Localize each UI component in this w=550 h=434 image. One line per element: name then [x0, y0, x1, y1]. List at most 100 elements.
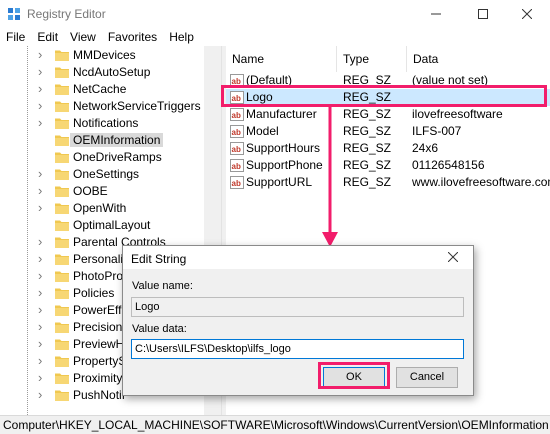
folder-icon [55, 152, 69, 163]
tree-item[interactable]: OEMInformation [0, 132, 221, 149]
folder-icon [55, 84, 69, 95]
value-data: www.ilovefreesoftware.com [412, 175, 550, 189]
string-value-icon: ab [230, 108, 244, 121]
tree-item[interactable]: OptimalLayout [0, 217, 221, 234]
svg-text:ab: ab [232, 179, 241, 188]
svg-text:ab: ab [232, 145, 241, 154]
column-header-name[interactable]: Name [226, 46, 337, 72]
dialog-close-button[interactable] [433, 246, 473, 270]
tree-item-label: OptimalLayout [73, 218, 151, 232]
value-row[interactable]: ab Manufacturer REG_SZ ilovefreesoftware [226, 106, 550, 123]
folder-icon [55, 50, 69, 61]
folder-icon [55, 101, 69, 112]
minimize-button[interactable] [413, 0, 459, 28]
dialog-title: Edit String [131, 252, 187, 266]
chevron-right-icon[interactable]: › [38, 354, 48, 367]
folder-icon [55, 203, 69, 214]
value-data: ILFS-007 [412, 124, 462, 138]
folder-icon [55, 135, 69, 146]
menu-help[interactable]: Help [163, 28, 200, 46]
menu-view[interactable]: View [64, 28, 102, 46]
close-button[interactable] [504, 0, 550, 28]
folder-icon [55, 237, 69, 248]
folder-icon [55, 220, 69, 231]
tree-item-label: OneDriveRamps [73, 150, 162, 164]
column-header-data[interactable]: Data [407, 46, 550, 72]
edit-string-dialog: Edit String Value name: Logo Value data:… [122, 245, 474, 396]
tree-item-label: Personaliz [73, 252, 130, 266]
cancel-button[interactable]: Cancel [396, 367, 458, 388]
folder-icon [55, 254, 69, 265]
chevron-right-icon[interactable]: › [38, 116, 48, 129]
tree-item-label: MMDevices [73, 48, 136, 62]
value-name: SupportHours [246, 141, 321, 155]
tree-item-label: OpenWith [73, 201, 127, 215]
column-header-type[interactable]: Type [337, 46, 407, 72]
folder-icon [55, 186, 69, 197]
chevron-right-icon[interactable]: › [38, 82, 48, 95]
tree-item-label: Policies [73, 286, 115, 300]
chevron-right-icon[interactable]: › [38, 201, 48, 214]
chevron-right-icon[interactable]: › [38, 252, 48, 265]
chevron-right-icon[interactable]: › [38, 167, 48, 180]
chevron-right-icon[interactable]: › [38, 235, 48, 248]
tree-item[interactable]: › OneSettings [0, 166, 221, 183]
value-data-label: Value data: [132, 323, 187, 335]
string-value-icon: ab [230, 176, 244, 189]
menu-file[interactable]: File [0, 28, 31, 46]
value-type: REG_SZ [343, 158, 392, 172]
menu-favorites[interactable]: Favorites [102, 28, 163, 46]
tree-item[interactable]: › NetCache [0, 81, 221, 98]
chevron-right-icon[interactable]: › [38, 320, 48, 333]
chevron-right-icon[interactable]: › [38, 388, 48, 401]
value-row[interactable]: ab SupportPhone REG_SZ 01126548156 [226, 157, 550, 174]
tree-item-label: Proximity [73, 371, 123, 385]
tree-item[interactable]: › Notifications [0, 115, 221, 132]
close-icon [522, 9, 532, 19]
tree-item[interactable]: OneDriveRamps [0, 149, 221, 166]
value-row[interactable]: ab SupportURL REG_SZ www.ilovefreesoftware.… [226, 174, 550, 191]
close-icon [447, 251, 459, 263]
chevron-right-icon[interactable]: › [38, 269, 48, 282]
tree-item-label: OEMInformation [70, 133, 164, 147]
window-title: Registry Editor [27, 7, 106, 21]
chevron-right-icon[interactable]: › [38, 184, 48, 197]
tree-item[interactable]: › OOBE [0, 183, 221, 200]
minimize-icon [431, 13, 441, 15]
chevron-right-icon[interactable]: › [38, 65, 48, 78]
folder-icon [55, 390, 69, 401]
chevron-right-icon[interactable]: › [38, 371, 48, 384]
tree-item[interactable]: › MMDevices [0, 47, 221, 64]
chevron-right-icon[interactable]: › [38, 48, 48, 61]
value-name-label: Value name: [132, 280, 193, 292]
folder-icon [55, 169, 69, 180]
tree-item-label: NetworkServiceTriggers [73, 99, 201, 113]
chevron-right-icon[interactable]: › [38, 337, 48, 350]
menu-bar: File Edit View Favorites Help [0, 28, 550, 46]
tree-item-label: NetCache [73, 82, 127, 96]
chevron-right-icon[interactable]: › [38, 99, 48, 112]
tree-item-label: NcdAutoSetup [73, 65, 151, 79]
value-row[interactable]: ab SupportHours REG_SZ 24x6 [226, 140, 550, 157]
value-row[interactable]: ab Model REG_SZ ILFS-007 [226, 123, 550, 140]
folder-icon [55, 271, 69, 282]
tree-item-label: PushNotif [73, 388, 126, 402]
folder-icon [55, 339, 69, 350]
folder-icon [55, 373, 69, 384]
value-name: SupportPhone [246, 158, 323, 172]
tree-item[interactable]: › OpenWith [0, 200, 221, 217]
value-type: REG_SZ [343, 124, 392, 138]
folder-icon [55, 356, 69, 367]
value-data-input[interactable]: C:\Users\ILFS\Desktop\ilfs_logo [131, 339, 464, 359]
chevron-right-icon[interactable]: › [38, 303, 48, 316]
maximize-button[interactable] [460, 0, 506, 28]
tree-item[interactable]: › NetworkServiceTriggers [0, 98, 221, 115]
chevron-right-icon[interactable]: › [38, 286, 48, 299]
value-data: 01126548156 [412, 158, 485, 172]
tree-item[interactable]: › NcdAutoSetup [0, 64, 221, 81]
annotation-arrow [322, 106, 338, 247]
dialog-body: Value name: Logo Value data: C:\Users\IL… [123, 270, 473, 395]
folder-icon [55, 322, 69, 333]
value-type: REG_SZ [343, 107, 392, 121]
menu-edit[interactable]: Edit [31, 28, 64, 46]
